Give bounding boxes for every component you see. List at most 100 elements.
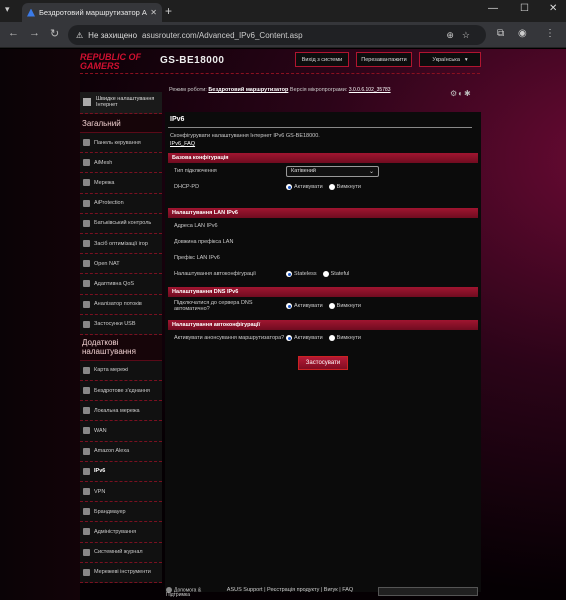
dns-auto-disable-radio[interactable]: Вимкнути	[328, 303, 361, 309]
profile-icon[interactable]: ◉	[518, 28, 527, 39]
extensions-icon[interactable]: ⧉	[497, 28, 504, 39]
sidebar-item-lan[interactable]: Локальна мережа	[80, 401, 162, 422]
nat-icon	[83, 260, 90, 268]
sidebar-item-syslog[interactable]: Системний журнал	[80, 542, 162, 563]
globe-icon	[83, 427, 90, 435]
reload-icon[interactable]: ↻	[50, 27, 59, 40]
sidebar-item-aiprotection[interactable]: AiProtection	[80, 193, 162, 214]
not-secure-icon[interactable]: ⚠	[76, 31, 83, 40]
main-content: Режим роботи: Бездротовий маршрутизатор …	[165, 82, 481, 592]
mode-link[interactable]: Бездротовий маршрутизатор	[208, 87, 288, 93]
row-dns-auto: Підключатися до сервера DNS автоматично?…	[174, 300, 361, 312]
sidebar-item-parental[interactable]: Батьківський контроль	[80, 213, 162, 234]
shield-icon	[83, 199, 90, 207]
forward-icon[interactable]: →	[29, 27, 40, 39]
url-text: asusrouter.com/Advanced_IPv6_Content.asp	[142, 30, 303, 40]
sidebar-item-ipv6[interactable]: IPv6	[80, 461, 162, 482]
window-close-icon[interactable]: ✕	[549, 3, 557, 14]
section-lan: Налаштування LAN IPv6	[168, 208, 478, 218]
sidebar-group-advanced: Додаткові налаштування	[80, 334, 162, 361]
aimesh-icon	[83, 159, 90, 167]
row-autoconf: Налаштування автоконфігурації Stateless …	[174, 271, 350, 277]
row-dhcp-pd: DHCP-PD Активувати Вимкнути	[174, 184, 361, 190]
sidebar-item-admin[interactable]: Адміністрування	[80, 522, 162, 543]
section-autoconf: Налаштування автоконфігурації	[168, 320, 478, 330]
sidebar-item-usb[interactable]: Застосунки USB	[80, 314, 162, 335]
dhcp-pd-enable-radio[interactable]: Активувати	[286, 184, 323, 190]
section-dns: Налаштування DNS IPv6	[168, 287, 478, 297]
ra-disable-radio[interactable]: Вимкнути	[328, 335, 361, 341]
minimize-icon[interactable]: —	[488, 3, 498, 14]
close-tab-icon[interactable]: ✕	[150, 8, 157, 17]
sidebar: Швидке налаштування Інтернет Загальний П…	[80, 92, 162, 583]
maximize-icon[interactable]: ☐	[520, 3, 529, 14]
sidebar-item-firewall[interactable]: Брандмауер	[80, 502, 162, 523]
footer-links[interactable]: ASUS Support | Реєстрація продукту | Виг…	[205, 587, 375, 593]
rog-logo: REPUBLIC OF GAMERS	[80, 52, 142, 71]
sidebar-item-wan[interactable]: WAN	[80, 421, 162, 442]
dns-auto-enable-radio[interactable]: Активувати	[286, 303, 323, 309]
header-divider	[80, 73, 480, 74]
ipv6-panel: IPv6 Сконфігурувати налаштування Інтерне…	[165, 112, 481, 592]
browser-tab[interactable]: Бездротовий маршрутизатор A ✕	[22, 3, 162, 22]
status-bar: Режим роботи: Бездротовий маршрутизатор …	[169, 87, 391, 93]
stateful-radio[interactable]: Stateful	[322, 271, 349, 277]
chevron-down-icon: ⌄	[368, 168, 374, 175]
stateless-radio[interactable]: Stateless	[286, 271, 317, 277]
row-lan-addr: Адреса LAN IPv6	[174, 223, 218, 229]
apply-button[interactable]: Застосувати	[298, 356, 348, 370]
sidebar-item-aimesh[interactable]: AiMesh	[80, 153, 162, 174]
back-icon[interactable]: ←	[8, 27, 19, 39]
tab-search-icon[interactable]: ▾	[5, 4, 10, 15]
model-name: GS-BE18000	[160, 55, 225, 66]
log-icon	[83, 548, 90, 556]
firmware-link[interactable]: 3.0.0.6.102_35783	[349, 87, 391, 93]
sidebar-item-wireless[interactable]: Бездротове з'єднання	[80, 381, 162, 402]
sidebar-item-network-map[interactable]: Карта мережі	[80, 360, 162, 382]
usb-icon	[83, 320, 90, 328]
new-tab-icon[interactable]: +	[165, 4, 172, 18]
browser-tab-strip: ▾ Бездротовий маршрутизатор A ✕ + — ☐ ✕	[0, 0, 566, 22]
language-select[interactable]: Українська ▾	[419, 52, 481, 67]
sidebar-item-qis[interactable]: Швидке налаштування Інтернет	[80, 92, 162, 114]
sidebar-item-tools[interactable]: Мережеві інструменти	[80, 562, 162, 583]
lan-icon	[83, 407, 90, 415]
dhcp-pd-disable-radio[interactable]: Вимкнути	[328, 184, 361, 190]
sidebar-item-vpn[interactable]: VPN	[80, 482, 162, 503]
row-router-adv: Активувати анонсування маршрутизатора? А…	[174, 335, 361, 341]
address-bar[interactable]: ⚠ Не захищено asusrouter.com/Advanced_IP…	[68, 25, 486, 45]
footer-search-input[interactable]	[378, 587, 478, 596]
sidebar-item-open-nat[interactable]: Open NAT	[80, 254, 162, 275]
vpn-icon	[83, 488, 90, 495]
sidebar-item-game-boost[interactable]: Засіб оптимізації ігор	[80, 233, 162, 255]
help-support-link[interactable]: Допомога & Підтримка	[166, 587, 206, 598]
parental-icon	[83, 219, 90, 227]
page-description: Сконфігурувати налаштування Інтернет IPv…	[170, 133, 320, 139]
row-conn-type: Тип підключення Катівений ⌄	[168, 163, 478, 179]
sidebar-item-alexa[interactable]: Amazon Alexa	[80, 441, 162, 462]
traffic-icon	[83, 300, 90, 308]
conn-type-select[interactable]: Катівений ⌄	[286, 165, 379, 177]
asus-favicon-icon	[27, 8, 35, 17]
section-basic: Базова конфігурація	[168, 153, 478, 163]
page-title: IPv6	[168, 112, 472, 128]
firewall-icon	[83, 508, 90, 516]
tools-icon	[83, 568, 90, 576]
browser-toolbar: ← → ↻ ⚠ Не захищено asusrouter.com/Advan…	[0, 22, 566, 48]
sidebar-item-traffic[interactable]: Аналізатор потоків	[80, 294, 162, 315]
faq-link[interactable]: IPv6_FAQ	[168, 139, 478, 147]
alexa-icon	[83, 447, 90, 455]
menu-icon[interactable]: ⋮	[545, 28, 555, 39]
sidebar-item-network[interactable]: Мережа	[80, 173, 162, 194]
dashboard-icon	[83, 139, 90, 146]
sidebar-item-qos[interactable]: Адаптивна QoS	[80, 274, 162, 295]
zoom-icon[interactable]: ⊕☆	[446, 30, 478, 41]
sidebar-item-dashboard[interactable]: Панель керування	[80, 133, 162, 154]
map-icon	[83, 366, 90, 374]
row-lan-prefix: Префікс LAN IPv6	[174, 255, 220, 261]
ra-enable-radio[interactable]: Активувати	[286, 335, 323, 341]
wifi-icon	[83, 387, 90, 395]
logout-button[interactable]: Вихід з системи	[295, 52, 349, 67]
reboot-button[interactable]: Перезавантажити	[356, 52, 412, 67]
network-icon	[83, 179, 90, 187]
